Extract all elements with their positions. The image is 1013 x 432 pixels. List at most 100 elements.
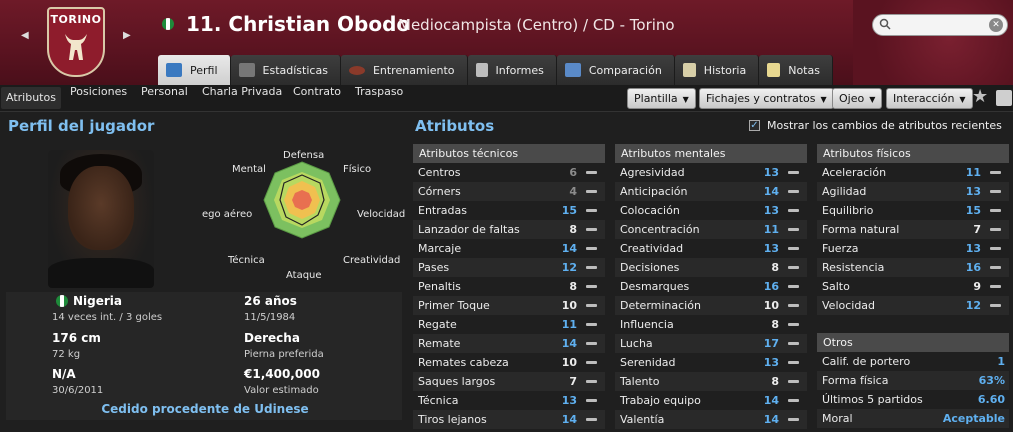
tab-reports[interactable]: Informes	[467, 55, 557, 85]
no-change-icon	[788, 247, 799, 250]
interaction-dropdown[interactable]: Interacción ▼	[886, 88, 973, 109]
physical-attribute-row[interactable]: Resistencia 16	[817, 258, 1009, 277]
search-icon	[879, 18, 891, 30]
tab-notes[interactable]: Notas	[759, 55, 833, 85]
player-role: Mediocampista (Centro) / CD - Torino	[398, 16, 675, 34]
attribute-name: Centros	[418, 166, 461, 179]
mental-attribute-row[interactable]: Decisiones 8	[615, 258, 807, 277]
radar-label-creativity: Creatividad	[343, 255, 401, 266]
history-icon	[682, 63, 696, 77]
attribute-value: 14	[763, 394, 779, 407]
technical-attribute-row[interactable]: Remate 14	[413, 334, 605, 353]
mental-attribute-row[interactable]: Creatividad 13	[615, 239, 807, 258]
subnav-private-chat[interactable]: Charla Privada	[202, 85, 282, 112]
no-change-icon	[990, 190, 1001, 193]
attribute-name: Salto	[822, 280, 850, 293]
tab-comparison[interactable]: Comparación	[556, 55, 675, 85]
header-decoration	[853, 0, 1013, 85]
technical-attribute-row[interactable]: Córners 4	[413, 182, 605, 201]
technical-attribute-row[interactable]: Remates cabeza 10	[413, 353, 605, 372]
technical-attribute-row[interactable]: Saques largos 7	[413, 372, 605, 391]
profile-title: Perfil del jugador	[8, 117, 155, 135]
tab-bar: Perfil Estadísticas Entrenamiento Inform…	[158, 55, 833, 85]
scouting-dropdown[interactable]: Ojeo ▼	[832, 88, 883, 109]
bull-icon	[65, 34, 87, 60]
mental-attribute-row[interactable]: Trabajo equipo 14	[615, 391, 807, 410]
star-icon[interactable]: ★	[972, 88, 988, 106]
technical-attribute-row[interactable]: Primer Toque 10	[413, 296, 605, 315]
other-attribute-row[interactable]: Moral Aceptable	[817, 409, 1009, 428]
technical-attribute-row[interactable]: Pases 12	[413, 258, 605, 277]
club-crest[interactable]: TORINO	[47, 7, 105, 77]
other-attribute-row[interactable]: Calif. de portero 1	[817, 352, 1009, 371]
previous-player-arrow-icon[interactable]: ◀	[21, 30, 29, 41]
mental-attribute-row[interactable]: Serenidad 13	[615, 353, 807, 372]
tab-training[interactable]: Entrenamiento	[340, 55, 468, 85]
technical-attribute-row[interactable]: Marcaje 14	[413, 239, 605, 258]
next-player-arrow-icon[interactable]: ▶	[123, 30, 131, 41]
show-changes-checkbox[interactable]: ✓	[749, 120, 760, 131]
clear-search-icon[interactable]: ✕	[989, 18, 1003, 32]
search-input[interactable]	[893, 17, 988, 33]
attribute-value: 16	[965, 261, 981, 274]
subnav-contract[interactable]: Contrato	[293, 85, 341, 112]
other-attribute-row[interactable]: Últimos 5 partidos 6.60	[817, 390, 1009, 409]
physical-attribute-row[interactable]: Fuerza 13	[817, 239, 1009, 258]
attribute-value: 17	[763, 337, 779, 350]
mental-attribute-row[interactable]: Colocación 13	[615, 201, 807, 220]
no-change-icon	[990, 247, 1001, 250]
subnav-personal[interactable]: Personal	[141, 85, 188, 112]
physical-attribute-row[interactable]: Forma natural 7	[817, 220, 1009, 239]
subnav-transfer[interactable]: Traspaso	[355, 85, 403, 112]
mental-attribute-row[interactable]: Anticipación 14	[615, 182, 807, 201]
menu-icon[interactable]	[996, 90, 1012, 106]
mental-attribute-row[interactable]: Determinación 10	[615, 296, 807, 315]
technical-attribute-row[interactable]: Regate 11	[413, 315, 605, 334]
physical-attribute-row[interactable]: Equilibrio 15	[817, 201, 1009, 220]
tab-profile[interactable]: Perfil	[158, 55, 231, 85]
no-change-icon	[586, 418, 597, 421]
attribute-radar-chart: Defensa Físico Velocidad Creatividad Ata…	[202, 145, 410, 285]
attribute-name: Forma física	[822, 374, 889, 387]
mental-attribute-row[interactable]: Influencia 8	[615, 315, 807, 334]
attribute-name: Regate	[418, 318, 457, 331]
tab-statistics[interactable]: Estadísticas	[230, 55, 341, 85]
attribute-name: Valentía	[620, 413, 665, 426]
technical-attribute-row[interactable]: Entradas 15	[413, 201, 605, 220]
squad-dropdown[interactable]: Plantilla ▼	[627, 88, 696, 109]
attribute-value: 11	[965, 166, 981, 179]
subnav-attributes[interactable]: Atributos	[1, 87, 61, 109]
mental-attribute-row[interactable]: Lucha 17	[615, 334, 807, 353]
attribute-value: 15	[965, 204, 981, 217]
mental-attribute-row[interactable]: Concentración 11	[615, 220, 807, 239]
no-change-icon	[586, 323, 597, 326]
no-change-icon	[586, 171, 597, 174]
physical-attribute-row[interactable]: Aceleración 11	[817, 163, 1009, 182]
loan-info-link[interactable]: Cedido procedente de Udinese	[0, 402, 410, 416]
caret-down-icon: ▼	[820, 95, 827, 104]
mental-attribute-row[interactable]: Desmarques 16	[615, 277, 807, 296]
attribute-value: 8	[569, 280, 577, 293]
technical-attribute-row[interactable]: Técnica 13	[413, 391, 605, 410]
subnav-positions[interactable]: Posiciones	[70, 85, 127, 112]
attribute-name: Velocidad	[822, 299, 876, 312]
tab-history[interactable]: Historia	[674, 55, 760, 85]
attribute-name: Últimos 5 partidos	[822, 393, 923, 406]
technical-attribute-row[interactable]: Penaltis 8	[413, 277, 605, 296]
mental-attribute-row[interactable]: Valentía 14	[615, 410, 807, 429]
tab-label: Entrenamiento	[372, 63, 455, 77]
physical-attribute-row[interactable]: Velocidad 12	[817, 296, 1009, 315]
attribute-name: Penaltis	[418, 280, 461, 293]
physical-attribute-row[interactable]: Salto 9	[817, 277, 1009, 296]
technical-attribute-row[interactable]: Lanzador de faltas 8	[413, 220, 605, 239]
search-box[interactable]: ✕	[872, 14, 1008, 36]
attribute-value: 14	[561, 413, 577, 426]
mental-attribute-row[interactable]: Talento 8	[615, 372, 807, 391]
nationality[interactable]: Nigeria	[73, 294, 122, 308]
technical-attribute-row[interactable]: Centros 6	[413, 163, 605, 182]
physical-attribute-row[interactable]: Agilidad 13	[817, 182, 1009, 201]
other-attribute-row[interactable]: Forma física 63%	[817, 371, 1009, 390]
technical-attribute-row[interactable]: Tiros lejanos 14	[413, 410, 605, 429]
transfers-dropdown[interactable]: Fichajes y contratos ▼	[699, 88, 834, 109]
mental-attribute-row[interactable]: Agresividad 13	[615, 163, 807, 182]
